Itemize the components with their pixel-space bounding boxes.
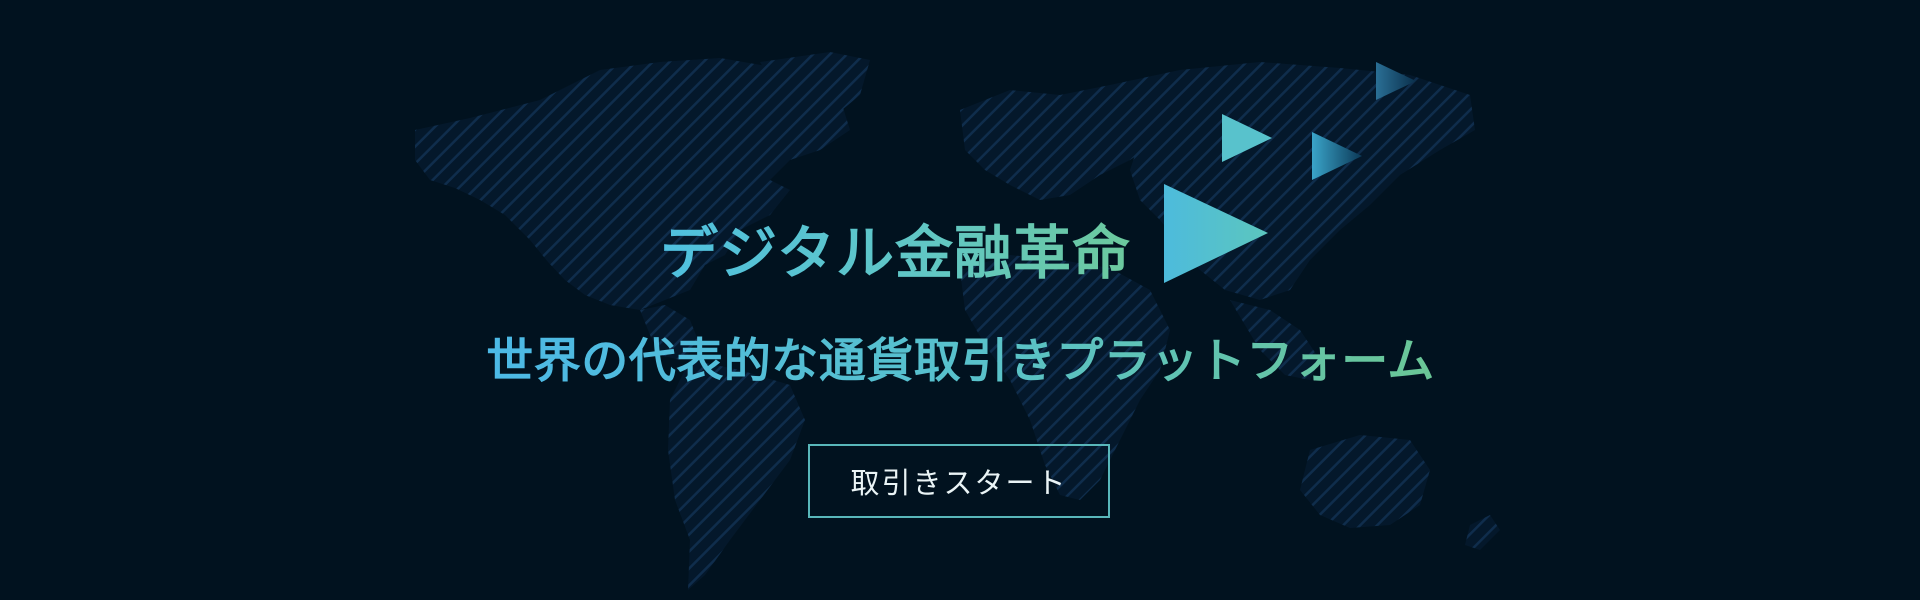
island-new-zealand xyxy=(1465,515,1500,550)
subheadline-container: 世界の代表的な通貨取引きプラットフォーム xyxy=(478,322,1443,391)
start-trading-button[interactable]: 取引きスタート xyxy=(808,444,1110,518)
hero-banner: デジタル金融革命 世界の代表的な通貨取引きプラットフォーム 取引きスタート xyxy=(0,0,1920,600)
headline-container: デジタル金融革命 xyxy=(0,206,1395,290)
continent-south-america xyxy=(668,360,805,590)
subheadline-text: 世界の代表的な通貨取引きプラットフォーム xyxy=(486,322,1435,391)
continent-australia xyxy=(1300,435,1430,528)
headline-title: デジタル金融革命 xyxy=(660,206,1131,290)
